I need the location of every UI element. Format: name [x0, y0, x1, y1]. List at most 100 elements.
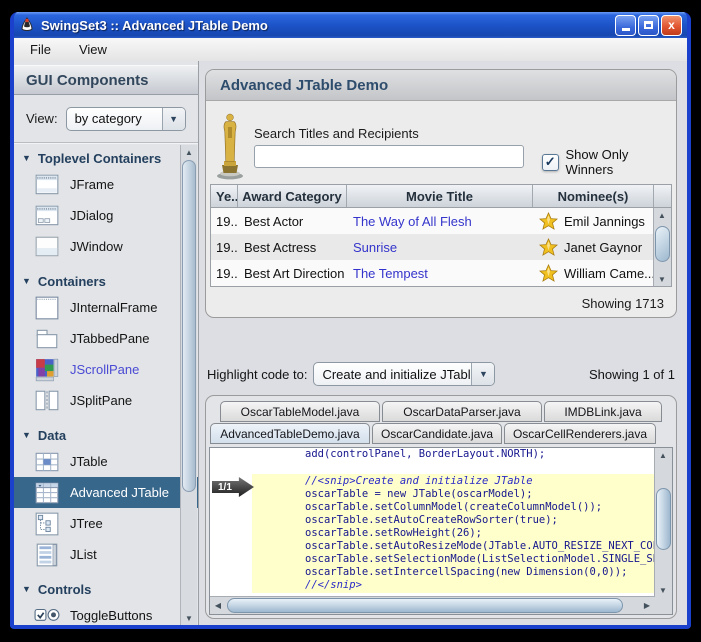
snippet-count-status: Showing 1 of 1 — [589, 367, 677, 382]
collapse-arrow-icon[interactable]: ▼ — [22, 276, 31, 286]
winner-star-icon — [539, 264, 558, 283]
column-header-nominees[interactable]: Nominee(s) — [533, 185, 654, 207]
oscar-table: Ye... Award Category Movie Title Nominee… — [210, 184, 672, 287]
scroll-left-icon[interactable]: ◀ — [210, 597, 226, 613]
window-title: SwingSet3 :: Advanced JTable Demo — [41, 18, 613, 33]
scroll-up-icon[interactable]: ▲ — [654, 208, 670, 222]
menubar: File View — [14, 38, 687, 62]
sidebar-item-jtable[interactable]: JTable — [14, 446, 198, 477]
scroll-down-icon[interactable]: ▼ — [654, 272, 670, 286]
show-only-winners[interactable]: ✓ Show Only Winners — [542, 147, 676, 177]
column-header-year[interactable]: Ye... — [211, 185, 238, 207]
jtree-icon — [34, 511, 60, 537]
menu-view[interactable]: View — [75, 40, 111, 59]
show-only-winners-label: Show Only Winners — [566, 147, 676, 177]
jtabbedpane-icon — [34, 326, 60, 352]
sidebar-item-advanced-jtable[interactable]: Advanced JTable — [14, 477, 198, 508]
code-hscrollbar-thumb[interactable] — [227, 598, 623, 613]
tree-category-label: Controls — [38, 582, 91, 597]
menu-file[interactable]: File — [26, 40, 55, 59]
main-area: Advanced JTable Demo Search Titles and R… — [199, 61, 687, 625]
code-text[interactable]: add(controlPanel, BorderLayout.NORTH); /… — [210, 448, 655, 597]
tab-oscarcandidate-java[interactable]: OscarCandidate.java — [372, 423, 502, 444]
search-label: Search Titles and Recipients — [254, 126, 419, 141]
column-header-movie-title[interactable]: Movie Title — [347, 185, 533, 207]
sidebar-item-label: JTable — [70, 454, 108, 469]
tree-category-toplevel-containers[interactable]: ▼ Toplevel Containers — [14, 147, 198, 169]
sidebar-item-label: JInternalFrame — [70, 300, 157, 315]
scrollbar-corner — [655, 597, 672, 614]
tree-category-data[interactable]: ▼Data — [14, 424, 198, 446]
cell-movie-title-link[interactable]: The Way of All Flesh — [347, 214, 533, 229]
view-selector-value: by category — [67, 111, 162, 126]
cell-nominee: Emil Jannings — [533, 212, 671, 231]
scroll-down-icon[interactable]: ▼ — [655, 583, 671, 597]
checkbox-checked-icon[interactable]: ✓ — [542, 154, 559, 171]
code-horizontal-scrollbar[interactable]: ◀ ▶ — [210, 596, 655, 614]
tab-oscarcellrenderers-java[interactable]: OscarCellRenderers.java — [504, 423, 656, 444]
cell-year: 19... — [211, 266, 238, 281]
highlighted-snippet: //<snip>Create and initialize JTableosca… — [252, 474, 655, 593]
code-comment-line: //</snip> — [252, 579, 655, 592]
demo-title: Advanced JTable Demo — [206, 70, 676, 101]
chevron-down-icon[interactable]: ▼ — [162, 108, 185, 130]
sidebar-item-jtree[interactable]: JTree — [14, 508, 198, 539]
sidebar-scrollbar[interactable]: ▲ ▼ — [180, 145, 197, 625]
code-line: oscarTable.setIntercellSpacing(new Dimen… — [252, 566, 655, 579]
collapse-arrow-icon[interactable]: ▼ — [22, 153, 31, 163]
column-header-spacer — [654, 185, 671, 207]
component-tree: ▼ Toplevel Containers JFrame JDialogJWindow… — [14, 145, 198, 625]
table-scrollbar[interactable]: ▲ ▼ — [653, 208, 671, 286]
sidebar-item-label: JFrame — [70, 177, 114, 192]
search-input[interactable] — [254, 145, 524, 168]
table-body: 19...Best ActorThe Way of All FleshEmil … — [211, 208, 671, 286]
highlight-code-selector[interactable]: Create and initialize JTable ▼ — [313, 362, 495, 386]
view-selector[interactable]: by category ▼ — [66, 107, 186, 131]
sidebar-item-jdialog[interactable]: JDialog — [14, 200, 198, 231]
table-row[interactable]: 19...Best ActorThe Way of All FleshEmil … — [211, 208, 671, 234]
cell-year: 19... — [211, 240, 238, 255]
tree-category-controls[interactable]: ▼ Controls — [14, 578, 198, 600]
collapse-arrow-icon[interactable]: ▼ — [22, 430, 31, 440]
sidebar-item-jinternalframe[interactable]: JInternalFrame — [14, 292, 198, 323]
sidebar-item-jframe[interactable]: JFrame — [14, 169, 198, 200]
close-icon[interactable]: x — [661, 15, 682, 36]
sidebar-item-jlist[interactable]: JList — [14, 539, 198, 570]
tree-category-containers[interactable]: ▼Containers — [14, 270, 198, 292]
code-viewer: add(controlPanel, BorderLayout.NORTH); /… — [209, 447, 673, 615]
column-header-award-category[interactable]: Award Category — [238, 185, 347, 207]
tab-oscardataparser-java[interactable]: OscarDataParser.java — [382, 401, 542, 422]
code-vertical-scrollbar[interactable]: ▲ ▼ — [654, 448, 672, 597]
minimize-icon[interactable] — [615, 15, 636, 36]
tab-imdblink-java[interactable]: IMDBLink.java — [544, 401, 662, 422]
scroll-right-icon[interactable]: ▶ — [639, 597, 655, 613]
tab-advancedtabledemo-java[interactable]: AdvancedTableDemo.java — [210, 423, 370, 444]
nominee-name: Janet Gaynor — [564, 240, 642, 255]
maximize-icon[interactable] — [638, 15, 659, 36]
jtable-icon — [34, 449, 60, 475]
table-scrollbar-thumb[interactable] — [655, 226, 670, 262]
sidebar-item-jscrollpane[interactable]: JScrollPane — [14, 354, 198, 385]
sidebar-item-jtabbedpane[interactable]: JTabbedPane — [14, 323, 198, 354]
tab-oscartablemodel-java[interactable]: OscarTableModel.java — [220, 401, 380, 422]
sidebar-item-togglebuttons[interactable]: ToggleButtons — [14, 600, 198, 625]
scroll-down-icon[interactable]: ▼ — [181, 611, 197, 625]
sidebar: GUI Components View: by category ▼ ▼Topl… — [14, 61, 199, 625]
sidebar-title: GUI Components — [14, 65, 198, 95]
code-line: oscarTable.setSelectionMode(ListSelectio… — [252, 553, 655, 566]
code-vscrollbar-thumb[interactable] — [656, 488, 671, 550]
scroll-up-icon[interactable]: ▲ — [181, 145, 197, 159]
titlebar[interactable]: SwingSet3 :: Advanced JTable Demo x — [14, 12, 687, 38]
app-body: GUI Components View: by category ▼ ▼Topl… — [14, 61, 687, 625]
table-row[interactable]: 19...Best Art DirectionThe TempestWillia… — [211, 260, 671, 286]
sidebar-scrollbar-thumb[interactable] — [182, 160, 196, 492]
scroll-up-icon[interactable]: ▲ — [655, 448, 671, 462]
tree-category-label: Toplevel Containers — [38, 151, 161, 166]
sidebar-item-jwindow[interactable]: JWindow — [14, 231, 198, 262]
cell-movie-title-link[interactable]: Sunrise — [347, 240, 533, 255]
collapse-arrow-icon[interactable]: ▼ — [22, 584, 31, 594]
cell-movie-title-link[interactable]: The Tempest — [347, 266, 533, 281]
table-row[interactable]: 19...Best ActressSunriseJanet Gaynor — [211, 234, 671, 260]
sidebar-item-jsplitpane[interactable]: JSplitPane — [14, 385, 198, 416]
chevron-down-icon[interactable]: ▼ — [471, 363, 494, 385]
